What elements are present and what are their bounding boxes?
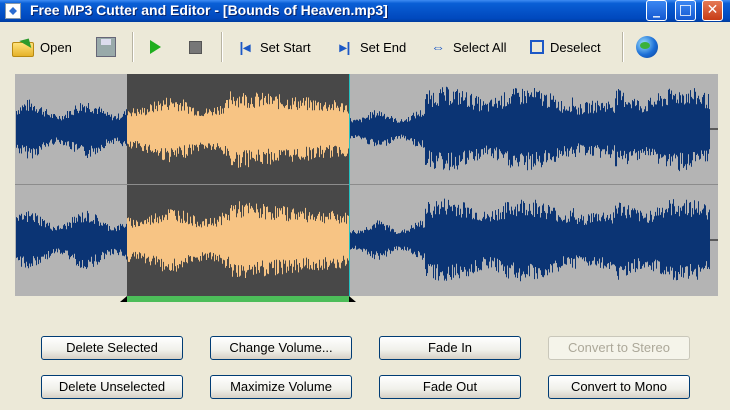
fade-in-button[interactable]: Fade In	[379, 336, 521, 360]
select-all-button[interactable]: ⇔ Select All	[429, 34, 506, 60]
minimize-button[interactable]: _	[646, 0, 667, 21]
toolbar-separator	[622, 32, 624, 62]
set-end-label: Set End	[360, 39, 407, 55]
save-button[interactable]	[96, 34, 122, 60]
set-start-label: Set Start	[260, 39, 311, 55]
toolbar-separator	[132, 32, 134, 62]
change-volume-button[interactable]: Change Volume...	[210, 336, 352, 360]
convert-to-stereo-button: Convert to Stereo	[548, 336, 690, 360]
deselect-button[interactable]: Deselect	[530, 34, 601, 60]
play-icon	[150, 40, 161, 54]
set-end-icon: ▸|	[339, 38, 351, 55]
fade-out-button[interactable]: Fade Out	[379, 375, 521, 399]
deselect-icon	[530, 40, 544, 54]
set-end-button[interactable]: ▸| Set End	[336, 34, 407, 60]
select-all-icon: ⇔	[431, 39, 445, 55]
stop-button[interactable]	[189, 34, 208, 60]
right-channel-waveform	[16, 198, 710, 282]
maximize-volume-button[interactable]: Maximize Volume	[210, 375, 352, 399]
selection-end-handle[interactable]	[349, 296, 356, 302]
set-start-button[interactable]: |◂ Set Start	[236, 34, 311, 60]
deselect-label: Deselect	[550, 39, 601, 55]
stop-icon	[189, 40, 202, 54]
close-button[interactable]: ✕	[702, 0, 723, 21]
website-button[interactable]	[636, 34, 664, 60]
select-all-label: Select All	[453, 39, 507, 55]
title-bar[interactable]: Free MP3 Cutter and Editor - [Bounds of …	[0, 0, 730, 22]
save-icon	[96, 37, 116, 57]
toolbar: Open |◂ Set Start ▸| Set End ⇔ Select Al…	[0, 22, 730, 74]
toolbar-separator	[221, 32, 223, 62]
set-start-icon: |◂	[239, 38, 251, 55]
open-button[interactable]: Open	[12, 34, 72, 60]
left-channel-waveform	[16, 86, 710, 172]
folder-open-icon	[12, 38, 34, 57]
selection-range-bar[interactable]	[127, 296, 349, 302]
maximize-button[interactable]: □	[675, 0, 696, 21]
open-label: Open	[40, 39, 72, 55]
convert-to-mono-button[interactable]: Convert to Mono	[548, 375, 690, 399]
app-window: Free MP3 Cutter and Editor - [Bounds of …	[0, 0, 730, 410]
waveform-view[interactable]	[15, 74, 718, 296]
app-icon	[5, 3, 21, 19]
globe-icon	[636, 36, 658, 58]
delete-selected-button[interactable]: Delete Selected	[41, 336, 183, 360]
selection-start-handle[interactable]	[120, 296, 127, 302]
play-button[interactable]	[150, 34, 167, 60]
waveform-canvas[interactable]	[15, 74, 718, 296]
window-title: Free MP3 Cutter and Editor - [Bounds of …	[30, 2, 388, 18]
delete-unselected-button[interactable]: Delete Unselected	[41, 375, 183, 399]
